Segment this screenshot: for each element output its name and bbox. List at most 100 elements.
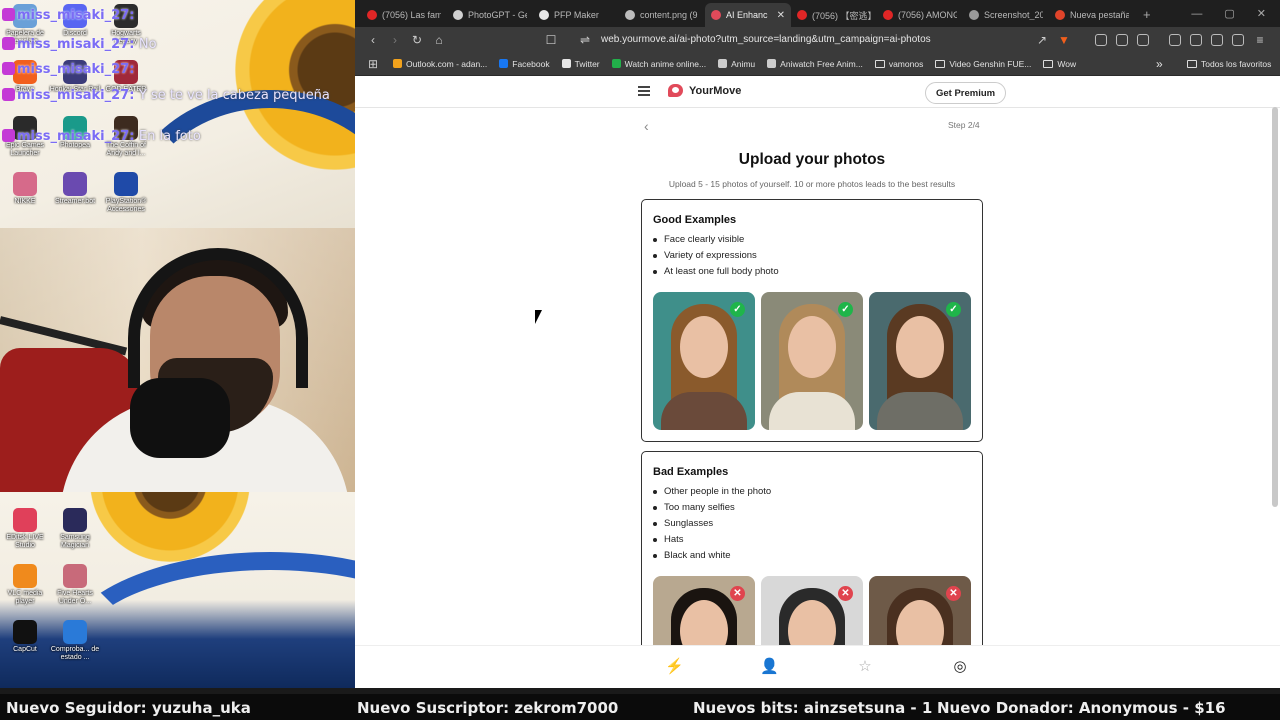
bookmark-item[interactable]: Twitter — [561, 58, 600, 69]
tab-title: PhotoGPT - Ge — [468, 10, 527, 20]
all-bookmarks[interactable]: Todos los favoritos — [1187, 59, 1271, 69]
bookmark-item[interactable]: Facebook — [499, 59, 550, 69]
tab-title: (7056) 【密逃】 — [812, 10, 871, 21]
desktop-wallpaper-bottom: EDitsk LIVE Studio Samsung Magician VLC me… — [0, 492, 355, 688]
music-icon[interactable] — [1169, 33, 1181, 46]
step-indicator: Step 2/4 — [948, 120, 980, 130]
bookmark-item[interactable]: vamonos — [874, 59, 923, 69]
extension-icon[interactable] — [1095, 33, 1107, 46]
apps-grid-icon[interactable]: ⊞ — [363, 57, 383, 71]
bookmark-item[interactable]: Wow — [1043, 59, 1076, 69]
chat-separator: : — [129, 8, 135, 23]
tab-title: Screenshot_20 — [984, 10, 1043, 20]
bookmark-item[interactable]: Watch anime online... — [611, 59, 706, 69]
bookmark-item[interactable]: Animu — [718, 59, 755, 69]
back-chevron-icon[interactable]: ‹ — [644, 119, 656, 133]
chat-text: No — [138, 37, 157, 52]
browser-tab[interactable]: (7056) 【密逃】 — [791, 3, 877, 27]
extension-icon[interactable] — [1137, 33, 1149, 46]
window-controls: — ▢ ✕ — [1191, 0, 1280, 27]
sidebar-icon[interactable] — [1190, 33, 1202, 46]
close-icon[interactable]: ✕ — [1257, 7, 1266, 20]
app-icon — [13, 508, 37, 532]
menu-icon[interactable]: ≡ — [1250, 33, 1270, 47]
star-badge-icon[interactable]: ☆ — [856, 658, 874, 676]
new-tab-button[interactable]: + — [1135, 3, 1159, 27]
forward-icon[interactable]: › — [385, 33, 405, 47]
browser-tab[interactable]: (7056) AMONG — [877, 3, 963, 27]
desktop-icon[interactable]: VLC media player — [0, 564, 52, 605]
user-edit-icon[interactable]: 👤 — [760, 658, 779, 676]
desktop-icon-label: Comproba... de estado ... — [50, 646, 100, 661]
url-text[interactable]: web.yourmove.ai/ai-photo?utm_source=land… — [601, 34, 1032, 45]
home-icon[interactable]: ⌂ — [429, 33, 449, 47]
chat-username: miss_misaki_27 — [17, 62, 130, 77]
desktop-icon[interactable]: Samsung Magician — [48, 508, 102, 549]
browser-tab[interactable]: AI Enhanc ✕ — [705, 3, 791, 27]
browser-tab[interactable]: Nueva pestaña — [1049, 3, 1135, 27]
app-icon — [63, 172, 87, 196]
bookmark-favicon-icon — [393, 59, 402, 68]
hamburger-menu-icon[interactable] — [638, 86, 650, 96]
page-scrollbar[interactable] — [1272, 107, 1278, 507]
bookmark-label: Video Genshin FUE... — [949, 58, 1032, 69]
browser-tab[interactable]: PhotoGPT - Ge — [447, 3, 533, 27]
desktop-icon[interactable]: EDitsk LIVE Studio — [0, 508, 52, 549]
folder-icon — [1043, 59, 1054, 68]
brave-shields-icon[interactable]: ▼ — [1054, 33, 1074, 47]
cross-icon: ✕ — [838, 586, 853, 601]
browser-tab[interactable]: (7056) Las fam — [361, 3, 447, 27]
desktop-icon[interactable]: NIKKE — [0, 172, 52, 206]
site-info-icon[interactable]: ⇌ — [575, 33, 595, 47]
chat-message: miss_misaki_27: — [2, 62, 134, 77]
desktop-icon[interactable]: Comproba... de estado ... — [48, 620, 102, 661]
chat-message: miss_misaki_27: Y se te ve la cabeza peq… — [2, 88, 330, 103]
chat-separator: : — [129, 37, 139, 52]
subscriber-badge-icon — [2, 129, 15, 142]
browser-toolbar: ‹ › ↻ ⌂ ☐ ⇌ web.yourmove.ai/ai-photo?utm… — [355, 27, 1280, 52]
browser-tab[interactable]: PFP Maker — [533, 3, 619, 27]
leo-ai-icon[interactable] — [1211, 33, 1223, 46]
header-divider — [355, 107, 1280, 108]
app-icon — [63, 564, 87, 588]
address-bar[interactable]: ☐ ⇌ web.yourmove.ai/ai-photo?utm_source=… — [541, 29, 1076, 50]
good-example-photo: ✓ — [653, 292, 755, 430]
minimize-icon[interactable]: — — [1191, 8, 1202, 20]
desktop-icon[interactable]: CapCut — [0, 620, 52, 654]
sparkle-photo-icon[interactable]: ⚡ — [665, 658, 684, 676]
app-icon — [114, 172, 138, 196]
desktop-icon-label: EDitsk LIVE Studio — [6, 534, 44, 549]
browser-tab[interactable]: Screenshot_20 — [963, 3, 1049, 27]
desktop-icon[interactable]: Streamer.bot — [48, 172, 102, 206]
wallet-icon[interactable] — [1232, 33, 1244, 46]
bookmark-icon[interactable]: ☐ — [541, 33, 561, 47]
bookmark-label: Animu — [731, 58, 756, 69]
bookmark-item[interactable]: Aniwatch Free Anim... — [767, 59, 863, 69]
bookmark-item[interactable]: Outlook.com - adan... — [393, 59, 487, 69]
more-bookmarks-icon[interactable]: » — [1156, 57, 1163, 71]
web-page: YourMove Get Premium ‹ Step 2/4 Upload y… — [355, 77, 1280, 688]
folder-icon — [935, 59, 946, 68]
bookmark-item[interactable]: Video Genshin FUE... — [935, 59, 1031, 69]
good-example-photo: ✓ — [761, 292, 863, 430]
chat-separator: : — [129, 129, 139, 144]
cross-icon: ✕ — [946, 586, 961, 601]
get-premium-button[interactable]: Get Premium — [925, 82, 1007, 104]
maximize-icon[interactable]: ▢ — [1224, 7, 1234, 20]
back-icon[interactable]: ‹ — [363, 33, 383, 47]
bookmark-label: Twitter — [574, 58, 600, 69]
brand-logo[interactable]: YourMove — [668, 84, 741, 97]
tab-close-icon[interactable]: ✕ — [777, 10, 785, 21]
good-example-item: Face clearly visible — [653, 234, 971, 250]
bookmark-favicon-icon — [767, 59, 777, 68]
desktop-icon-label: Streamer.bot — [54, 198, 96, 205]
browser-tab[interactable]: content.png (9 — [619, 3, 705, 27]
share-icon[interactable]: ↗ — [1032, 33, 1052, 47]
desktop-icon[interactable]: Five Hearts Under O... — [48, 564, 102, 605]
chat-username: miss_misaki_27 — [17, 8, 130, 23]
extension-icon[interactable] — [1116, 33, 1128, 46]
chat-text: En la foto — [138, 129, 201, 144]
aperture-icon[interactable]: ◎ — [951, 658, 969, 676]
desktop-icon[interactable]: PlayStation® Accessories — [99, 172, 153, 213]
reload-icon[interactable]: ↻ — [407, 33, 427, 47]
